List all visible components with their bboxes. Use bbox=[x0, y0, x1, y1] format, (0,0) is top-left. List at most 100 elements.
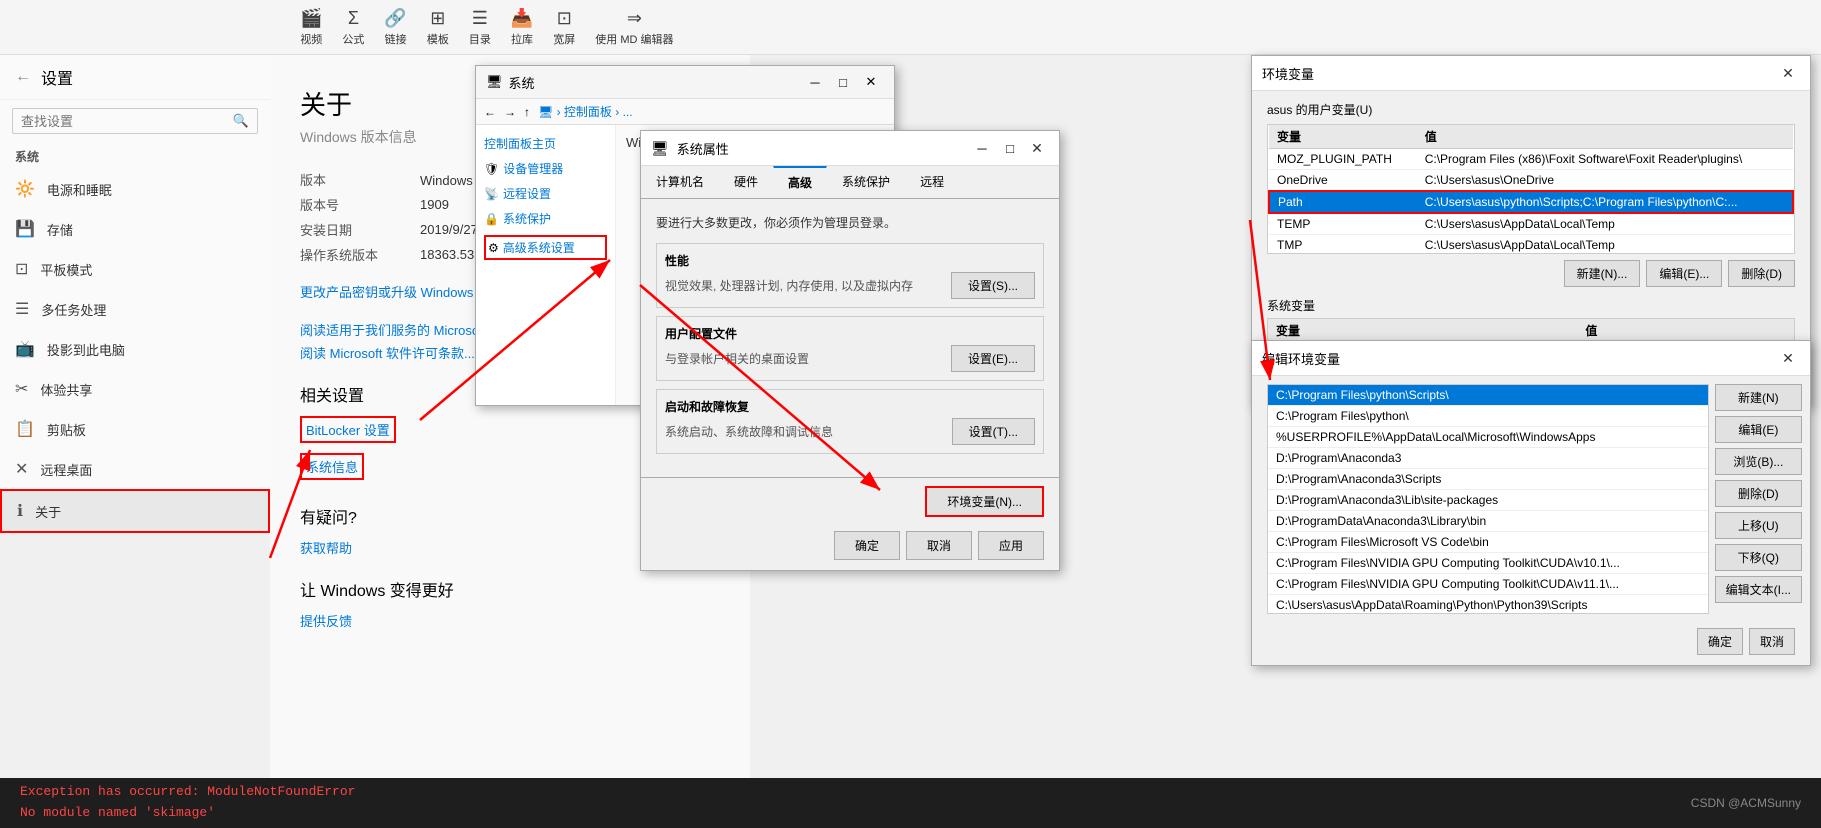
control-panel-sidebar: 控制面板主页 🛡 设备管理器 📡 远程设置 🔒 系统保护 ⚙ 高级系统设置 bbox=[476, 125, 616, 405]
edit-new-btn[interactable]: 新建(N) bbox=[1715, 384, 1802, 411]
tab-sysprotect[interactable]: 系统保护 bbox=[827, 166, 905, 198]
tab-remote[interactable]: 远程 bbox=[905, 166, 959, 198]
sidebar-item-project[interactable]: 📺 投影到此电脑 bbox=[0, 329, 270, 369]
link-remote-settings[interactable]: 远程设置 bbox=[503, 185, 551, 202]
back-button[interactable]: ← bbox=[15, 68, 31, 86]
list-item-8[interactable]: C:\Program Files\NVIDIA GPU Computing To… bbox=[1268, 553, 1708, 574]
minimize-button[interactable]: ─ bbox=[802, 71, 828, 93]
forward-btn[interactable]: → bbox=[504, 105, 516, 119]
sysprop-close[interactable]: ✕ bbox=[1025, 137, 1049, 159]
userprofile-desc: 与登录帐户相关的桌面设置 bbox=[665, 350, 809, 367]
link-icon: 🔗 bbox=[384, 8, 406, 29]
toolbar-video[interactable]: 🎬 视频 bbox=[300, 8, 322, 47]
clipboard-icon: 📋 bbox=[15, 419, 35, 439]
sidebar-item-remote[interactable]: ✕ 远程桌面 bbox=[0, 449, 270, 489]
list-item-0[interactable]: C:\Program Files\python\Scripts\ bbox=[1268, 385, 1708, 406]
sidebar-label-clipboard: 剪贴板 bbox=[47, 420, 86, 439]
tab-computername[interactable]: 计算机名 bbox=[641, 166, 719, 198]
toolbar-formula[interactable]: Σ 公式 bbox=[342, 8, 364, 47]
env-titlebar: 环境变量 ✕ bbox=[1252, 56, 1810, 91]
formula-icon: Σ bbox=[348, 8, 359, 29]
toolbar-template[interactable]: ⊞ 模板 bbox=[427, 8, 449, 47]
list-item-10[interactable]: C:\Users\asus\AppData\Roaming\Python\Pyt… bbox=[1268, 595, 1708, 614]
env-close-btn[interactable]: ✕ bbox=[1776, 62, 1800, 84]
edit-edittext-btn[interactable]: 编辑文本(I... bbox=[1715, 576, 1802, 603]
userprofile-settings-btn[interactable]: 设置(E)... bbox=[951, 345, 1035, 372]
list-item-1[interactable]: C:\Program Files\python\ bbox=[1268, 406, 1708, 427]
user-vars-table-container: 变量 值 MOZ_PLUGIN_PATH C:\Program Files (x… bbox=[1267, 124, 1795, 254]
list-item-5[interactable]: D:\Program\Anaconda3\Lib\site-packages bbox=[1268, 490, 1708, 511]
edit-env-cancel-btn[interactable]: 取消 bbox=[1749, 628, 1795, 655]
up-btn[interactable]: ↑ bbox=[524, 105, 530, 119]
shared-icon: ✂ bbox=[15, 379, 28, 399]
close-button[interactable]: ✕ bbox=[858, 71, 884, 93]
toolbar-link[interactable]: 🔗 链接 bbox=[384, 8, 406, 47]
storage-icon: 💾 bbox=[15, 219, 35, 239]
back-btn[interactable]: ← bbox=[484, 105, 496, 119]
sidebar-item-multitask[interactable]: ☰ 多任务处理 bbox=[0, 289, 270, 329]
list-item-7[interactable]: C:\Program Files\Microsoft VS Code\bin bbox=[1268, 532, 1708, 553]
list-item-6[interactable]: D:\ProgramData\Anaconda3\Library\bin bbox=[1268, 511, 1708, 532]
edit-moveup-btn[interactable]: 上移(U) bbox=[1715, 512, 1802, 539]
link-feedback[interactable]: 提供反馈 bbox=[300, 611, 720, 630]
link-device-manager[interactable]: 设备管理器 bbox=[503, 160, 563, 177]
search-input[interactable] bbox=[21, 114, 227, 129]
user-delete-btn[interactable]: 删除(D) bbox=[1728, 260, 1795, 287]
sysprop-maximize[interactable]: □ bbox=[997, 137, 1023, 159]
system-navbar: ← → ↑ 🖥 › 控制面板 › ... bbox=[476, 99, 894, 125]
sidebar-item-clipboard[interactable]: 📋 剪贴板 bbox=[0, 409, 270, 449]
sidebar-item-power[interactable]: 🔆 电源和睡眠 bbox=[0, 169, 270, 209]
settings-search-box[interactable]: 🔍 bbox=[12, 108, 258, 134]
edit-env-ok-btn[interactable]: 确定 bbox=[1697, 628, 1743, 655]
list-item-3[interactable]: D:\Program\Anaconda3 bbox=[1268, 448, 1708, 469]
startup-settings-btn[interactable]: 设置(T)... bbox=[952, 418, 1035, 445]
sysprop-ok-btn[interactable]: 确定 bbox=[834, 531, 900, 560]
env-title: 环境变量 bbox=[1262, 64, 1314, 83]
sidebar-label-project: 投影到此电脑 bbox=[47, 340, 125, 359]
toolbar-toc[interactable]: ☰ 目录 bbox=[469, 8, 491, 47]
sysprop-apply-btn[interactable]: 应用 bbox=[978, 531, 1044, 560]
edit-delete-btn[interactable]: 删除(D) bbox=[1715, 480, 1802, 507]
table-row[interactable]: MOZ_PLUGIN_PATH C:\Program Files (x86)\F… bbox=[1269, 149, 1793, 170]
table-row[interactable]: TMP C:\Users\asus\AppData\Local\Temp bbox=[1269, 235, 1793, 255]
link-bitlocker[interactable]: BitLocker 设置 bbox=[300, 416, 396, 443]
sidebar-item-shared[interactable]: ✂ 体验共享 bbox=[0, 369, 270, 409]
tab-hardware[interactable]: 硬件 bbox=[719, 166, 773, 198]
table-row[interactable]: TEMP C:\Users\asus\AppData\Local\Temp bbox=[1269, 213, 1793, 235]
edit-edit-btn[interactable]: 编辑(E) bbox=[1715, 416, 1802, 443]
link-system-info[interactable]: 系统信息 bbox=[300, 453, 364, 480]
bottom-error-bar: Exception has occurred: ModuleNotFoundEr… bbox=[0, 778, 1821, 828]
table-row[interactable]: OneDrive C:\Users\asus\OneDrive bbox=[1269, 170, 1793, 192]
edit-env-close-btn[interactable]: ✕ bbox=[1776, 347, 1800, 369]
sidebar-item-about[interactable]: ℹ 关于 bbox=[0, 489, 270, 533]
sysprop-env-btn[interactable]: 环境变量(N)... bbox=[925, 486, 1044, 517]
list-item-2[interactable]: %USERPROFILE%\AppData\Local\Microsoft\Wi… bbox=[1268, 427, 1708, 448]
link-system-protect[interactable]: 系统保护 bbox=[503, 210, 551, 227]
link-control-panel-home[interactable]: 控制面板主页 bbox=[484, 135, 607, 152]
toolbar-library[interactable]: 📥 拉库 bbox=[511, 8, 533, 47]
startup-section: 启动和故障恢复 系统启动、系统故障和调试信息 设置(T)... bbox=[656, 389, 1044, 454]
template-icon: ⊞ bbox=[430, 8, 445, 29]
table-row-path[interactable]: Path C:\Users\asus\python\Scripts;C:\Pro… bbox=[1269, 191, 1793, 213]
list-item-4[interactable]: D:\Program\Anaconda3\Scripts bbox=[1268, 469, 1708, 490]
user-vars-title: asus 的用户变量(U) bbox=[1267, 101, 1795, 118]
section-label: 系统 bbox=[0, 142, 270, 169]
edit-browse-btn[interactable]: 浏览(B)... bbox=[1715, 448, 1802, 475]
admin-note: 要进行大多数更改，你必须作为管理员登录。 bbox=[656, 214, 1044, 231]
tab-advanced[interactable]: 高级 bbox=[773, 166, 827, 198]
userprofile-section: 用户配置文件 与登录帐户相关的桌面设置 设置(E)... bbox=[656, 316, 1044, 381]
edit-movedown-btn[interactable]: 下移(Q) bbox=[1715, 544, 1802, 571]
sysprop-cancel-btn[interactable]: 取消 bbox=[906, 531, 972, 560]
maximize-button[interactable]: □ bbox=[830, 71, 856, 93]
user-new-btn[interactable]: 新建(N)... bbox=[1564, 260, 1641, 287]
list-item-9[interactable]: C:\Program Files\NVIDIA GPU Computing To… bbox=[1268, 574, 1708, 595]
sysprop-minimize[interactable]: ─ bbox=[969, 137, 995, 159]
toolbar-md-editor[interactable]: ⇒ 使用 MD 编辑器 bbox=[595, 8, 673, 47]
toolbar-widescreen[interactable]: ⊡ 宽屏 bbox=[553, 8, 575, 47]
link-advanced-settings[interactable]: 高级系统设置 bbox=[503, 239, 575, 256]
multitask-icon: ☰ bbox=[15, 299, 29, 319]
sidebar-item-storage[interactable]: 💾 存储 bbox=[0, 209, 270, 249]
sidebar-item-tablet[interactable]: ⊡ 平板模式 bbox=[0, 249, 270, 289]
perf-settings-btn[interactable]: 设置(S)... bbox=[951, 272, 1035, 299]
user-edit-btn[interactable]: 编辑(E)... bbox=[1646, 260, 1722, 287]
